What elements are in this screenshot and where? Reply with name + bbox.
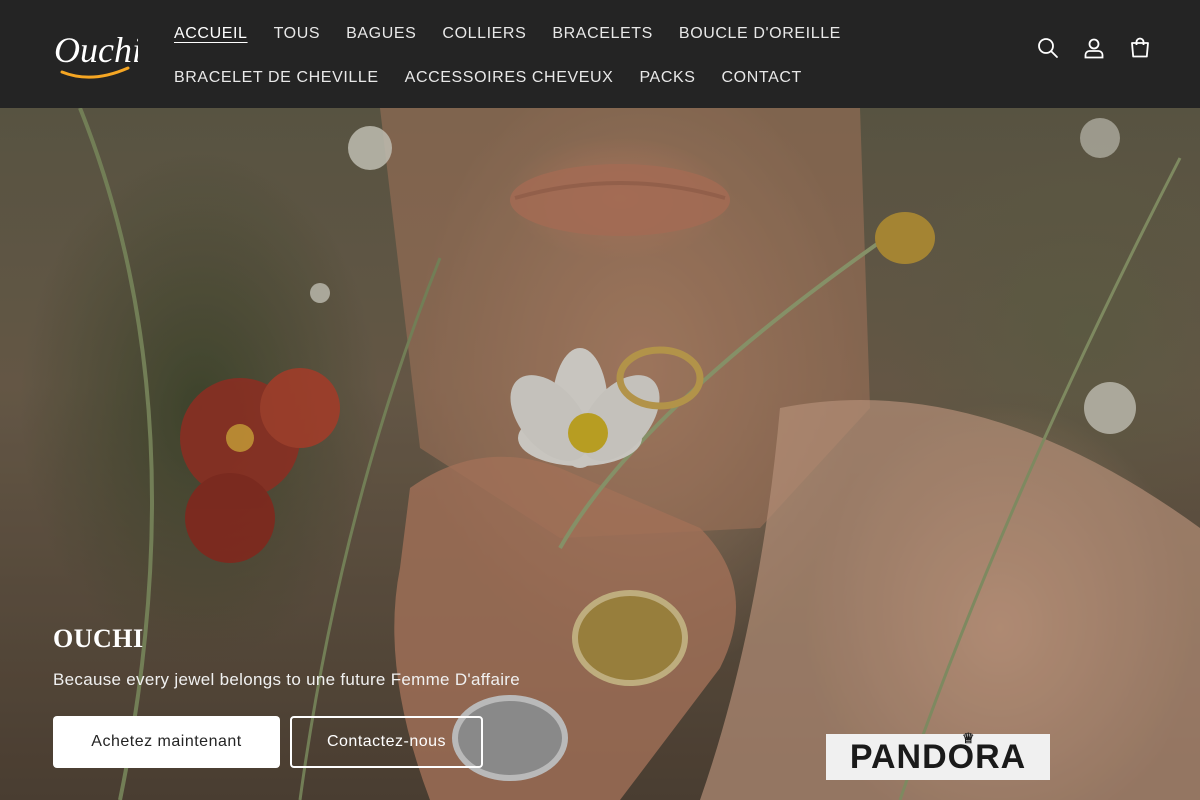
hero-subtitle: Because every jewel belongs to une futur…: [53, 670, 520, 689]
cart-icon[interactable]: [1128, 36, 1152, 60]
contact-button[interactable]: Contactez-nous: [290, 716, 483, 768]
search-icon[interactable]: [1036, 36, 1060, 60]
account-icon[interactable]: [1082, 36, 1106, 60]
hero-buttons: Achetez maintenant Contactez-nous: [53, 716, 520, 768]
hero-title: OUCHI: [53, 624, 144, 653]
svg-text:Ouchi: Ouchi: [54, 30, 138, 70]
pandora-logo: ♕ PANDORA: [826, 730, 1050, 780]
brand-logo[interactable]: Ouchi: [52, 26, 138, 84]
nav-row-secondary: BRACELET DE CHEVILLE ACCESSOIRES CHEVEUX…: [161, 56, 821, 100]
nav-link-contact[interactable]: CONTACT: [709, 69, 815, 87]
nav-link-tous[interactable]: TOUS: [261, 25, 334, 43]
shop-now-button[interactable]: Achetez maintenant: [53, 716, 280, 768]
site-header: Ouchi ACCUEIL TOUS BAGUES COLLIERS BRACE…: [0, 0, 1200, 108]
nav-link-bracelet-de-cheville[interactable]: BRACELET DE CHEVILLE: [161, 69, 392, 87]
nav-link-boucle-doreille[interactable]: BOUCLE D'OREILLE: [666, 25, 854, 43]
nav-link-accessoires-cheveux[interactable]: ACCESSOIRES CHEVEUX: [392, 69, 627, 87]
crown-icon: ♕: [962, 730, 976, 746]
pandora-logo-text: PANDORA: [849, 737, 1027, 776]
hero-banner: OUCHI Because every jewel belongs to une…: [0, 108, 1200, 800]
header-actions: [1036, 36, 1152, 60]
nav-link-accueil[interactable]: ACCUEIL: [161, 25, 261, 43]
nav-link-colliers[interactable]: COLLIERS: [429, 25, 539, 43]
nav-row-primary: ACCUEIL TOUS BAGUES COLLIERS BRACELETS B…: [161, 12, 840, 56]
main-navigation: ACCUEIL TOUS BAGUES COLLIERS BRACELETS B…: [161, 12, 840, 100]
ouchi-logo-icon: Ouchi: [54, 30, 138, 79]
nav-link-packs[interactable]: PACKS: [626, 69, 708, 87]
nav-link-bagues[interactable]: BAGUES: [333, 25, 429, 43]
nav-link-bracelets[interactable]: BRACELETS: [539, 25, 666, 43]
hero-content: OUCHI Because every jewel belongs to une…: [53, 624, 520, 768]
